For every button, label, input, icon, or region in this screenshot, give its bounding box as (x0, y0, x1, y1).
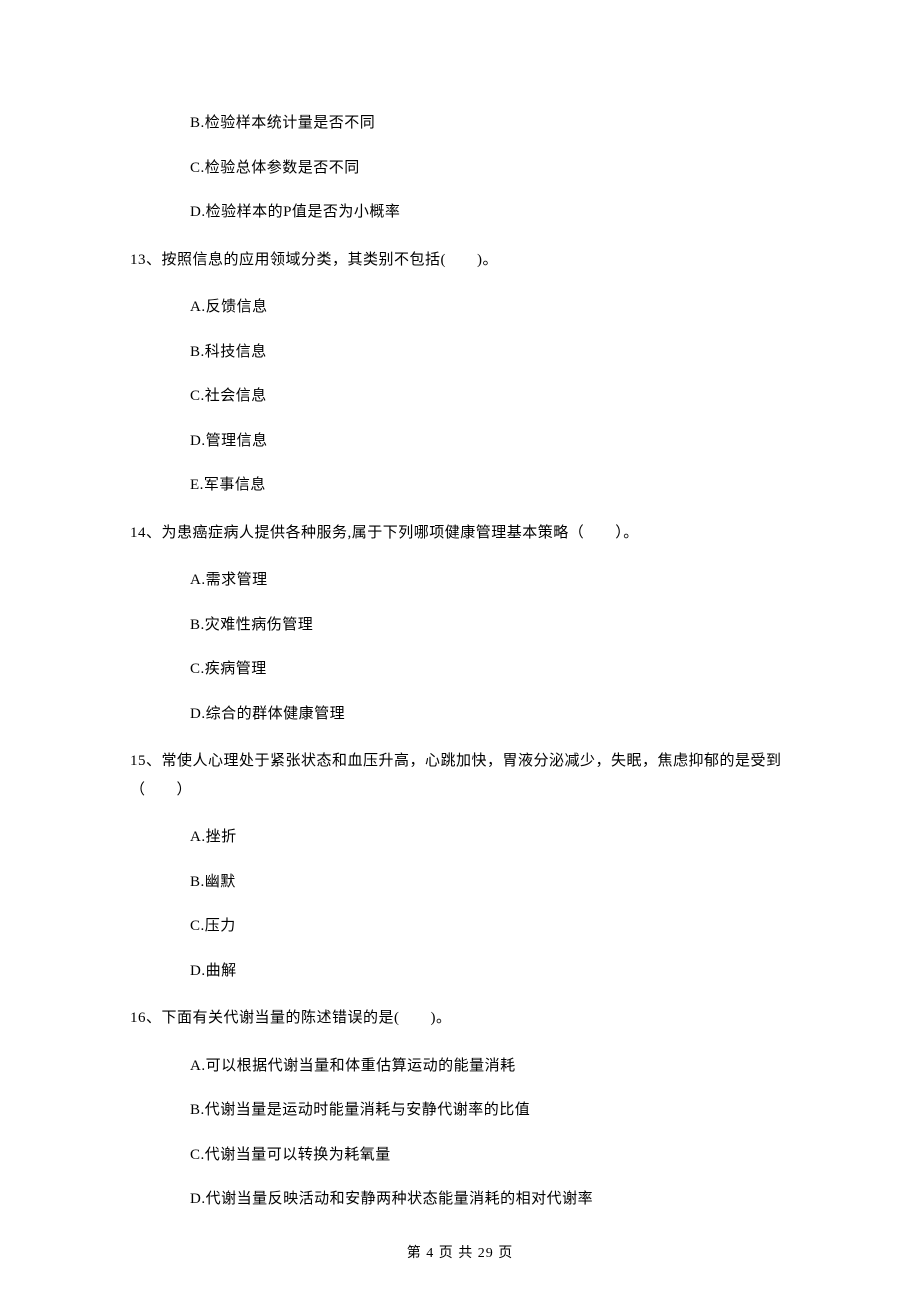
q15-text: 15、常使人心理处于紧张状态和血压升高，心跳加快，胃液分泌减少，失眠，焦虑抑郁的… (130, 747, 790, 804)
q14-option-d: D.综合的群体健康管理 (190, 703, 790, 726)
q16-option-c: C.代谢当量可以转换为耗氧量 (190, 1144, 790, 1167)
q13-option-e: E.军事信息 (190, 474, 790, 497)
q14-option-a: A.需求管理 (190, 569, 790, 592)
q14-option-b: B.灾难性病伤管理 (190, 614, 790, 637)
q16-option-a: A.可以根据代谢当量和体重估算运动的能量消耗 (190, 1055, 790, 1078)
q15-option-b: B.幽默 (190, 871, 790, 894)
q12-option-d: D.检验样本的P值是否为小概率 (190, 201, 790, 224)
q14-text: 14、为患癌症病人提供各种服务,属于下列哪项健康管理基本策略（ ）。 (130, 519, 790, 548)
q14-option-c: C.疾病管理 (190, 658, 790, 681)
q13-option-d: D.管理信息 (190, 430, 790, 453)
q15-option-c: C.压力 (190, 915, 790, 938)
q16-option-d: D.代谢当量反映活动和安静两种状态能量消耗的相对代谢率 (190, 1188, 790, 1211)
q12-option-c: C.检验总体参数是否不同 (190, 157, 790, 180)
q15-option-a: A.挫折 (190, 826, 790, 849)
q13-option-c: C.社会信息 (190, 385, 790, 408)
page-footer: 第 4 页 共 29 页 (0, 1242, 920, 1262)
page-content: B.检验样本统计量是否不同 C.检验总体参数是否不同 D.检验样本的P值是否为小… (0, 0, 920, 1211)
q15-option-d: D.曲解 (190, 960, 790, 983)
q13-option-b: B.科技信息 (190, 341, 790, 364)
q16-text: 16、下面有关代谢当量的陈述错误的是( )。 (130, 1004, 790, 1033)
q13-text: 13、按照信息的应用领域分类，其类别不包括( )。 (130, 246, 790, 275)
q13-option-a: A.反馈信息 (190, 296, 790, 319)
q16-option-b: B.代谢当量是运动时能量消耗与安静代谢率的比值 (190, 1099, 790, 1122)
q12-option-b: B.检验样本统计量是否不同 (190, 112, 790, 135)
